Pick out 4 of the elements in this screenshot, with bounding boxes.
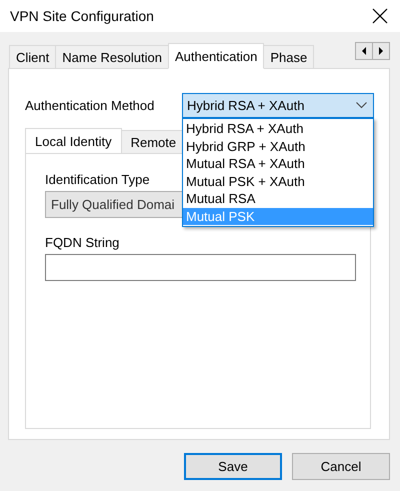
field-label: FQDN String [45, 235, 120, 250]
window-title: VPN Site Configuration [10, 8, 154, 24]
field-label: Authentication Method [25, 98, 156, 113]
field-label: Identification Type [45, 172, 150, 187]
